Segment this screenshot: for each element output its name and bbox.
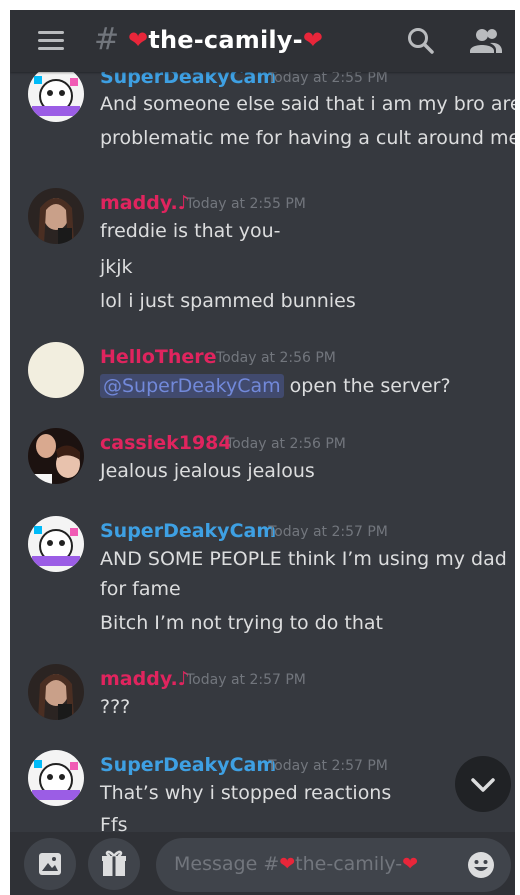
message-text: jkjk — [100, 256, 133, 278]
user-mention[interactable]: @SuperDeakyCam — [100, 374, 284, 398]
heart-emoji: ❤ — [128, 26, 149, 54]
hash-icon: # — [94, 22, 120, 57]
message-placeholder: Message #❤the-camily-❤ — [174, 853, 419, 875]
timestamp: Today at 2:57 PM — [268, 758, 388, 774]
message-input[interactable]: Message #❤the-camily-❤ — [156, 838, 511, 892]
avatar[interactable] — [28, 188, 84, 244]
scroll-to-bottom-button[interactable] — [455, 756, 511, 812]
attach-image-button[interactable] — [24, 838, 76, 890]
username[interactable]: SuperDeakyCam — [100, 72, 276, 88]
emoji-icon[interactable] — [466, 850, 496, 880]
timestamp: Today at 2:55 PM — [268, 72, 388, 86]
username[interactable]: SuperDeakyCam — [100, 520, 276, 542]
username[interactable]: maddy.♪ — [100, 192, 190, 214]
heart-emoji: ❤ — [302, 26, 324, 54]
search-icon[interactable] — [406, 26, 436, 56]
message-text-rest: open the server? — [283, 375, 451, 397]
message-text: freddie is that you- — [100, 220, 281, 242]
message-text: ??? — [100, 696, 131, 718]
message-text: That’s why i stopped reactions — [100, 782, 392, 804]
members-icon[interactable] — [470, 27, 502, 55]
message-text: And someone else said that i am my bro a… — [100, 93, 515, 115]
gift-icon — [102, 850, 126, 876]
timestamp: Today at 2:57 PM — [186, 672, 306, 688]
username[interactable]: cassiek1984 — [100, 432, 232, 454]
menu-icon[interactable] — [38, 31, 64, 51]
message-text: Ffs — [100, 814, 128, 832]
channel-name: the-camily- — [148, 26, 303, 54]
message-list[interactable]: SuperDeakyCam Today at 2:55 PM And someo… — [10, 72, 515, 832]
avatar[interactable] — [28, 664, 84, 720]
username[interactable]: HelloThere — [100, 346, 217, 368]
message-text: AND SOME PEOPLE think I’m using my dad — [100, 548, 507, 570]
avatar[interactable] — [28, 516, 84, 572]
timestamp: Today at 2:55 PM — [186, 196, 306, 212]
timestamp: Today at 2:57 PM — [268, 524, 388, 540]
image-icon — [39, 853, 61, 875]
avatar[interactable] — [28, 428, 84, 484]
message-composer: Message #❤the-camily-❤ — [10, 832, 515, 895]
timestamp: Today at 2:56 PM — [226, 436, 346, 452]
timestamp: Today at 2:56 PM — [216, 350, 336, 366]
discord-app: # ❤the-camily-❤ SuperDeakyCam Today at 2… — [10, 10, 515, 895]
message-text: @SuperDeakyCam open the server? — [100, 374, 451, 398]
message-text: for fame — [100, 578, 181, 600]
message-text: Jealous jealous jealous — [100, 460, 315, 482]
message-text: lol i just spammed bunnies — [100, 290, 356, 312]
username[interactable]: SuperDeakyCam — [100, 754, 276, 776]
message-text: Bitch I’m not trying to do that — [100, 612, 383, 634]
channel-title: ❤the-camily-❤ — [128, 26, 323, 54]
chevron-down-icon — [471, 778, 495, 792]
avatar[interactable] — [28, 72, 84, 122]
gift-button[interactable] — [88, 838, 140, 890]
avatar[interactable] — [28, 750, 84, 806]
avatar[interactable] — [28, 342, 84, 398]
channel-header: # ❤the-camily-❤ — [10, 10, 515, 72]
username[interactable]: maddy.♪ — [100, 668, 190, 690]
message-text: problematic me for having a cult around … — [100, 127, 515, 149]
